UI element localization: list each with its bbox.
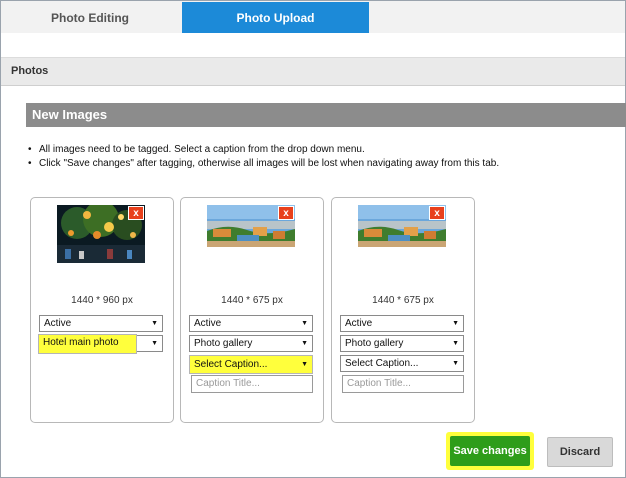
status-select[interactable]: Active ▼ [189,315,313,332]
save-button-highlight: Save changes [446,432,534,470]
category-value: Photo gallery [194,338,253,349]
chevron-down-icon: ▼ [452,320,459,327]
chevron-down-icon: ▼ [151,340,158,347]
panel-title: New Images [32,107,108,122]
chevron-down-icon: ▼ [452,360,459,367]
close-icon: x [434,207,440,219]
caption-title-placeholder: Caption Title... [347,378,411,389]
new-images-header: New Images [26,103,626,127]
image-dimensions: 1440 * 675 px [372,295,434,306]
photos-section-bar: Photos [1,57,625,86]
instruction-item: All images need to be tagged. Select a c… [26,143,626,157]
instruction-item: Click "Save changes" after tagging, othe… [26,157,626,171]
tab-photo-editing[interactable]: Photo Editing [1,2,179,33]
category-value: Hotel main photo [43,337,119,348]
save-changes-button[interactable]: Save changes [450,436,530,466]
image-dimensions: 1440 * 675 px [221,295,283,306]
caption-title-input[interactable]: Caption Title... [191,375,313,393]
discard-button[interactable]: Discard [547,437,613,467]
chevron-down-icon: ▼ [452,340,459,347]
remove-image-button[interactable]: x [429,206,445,220]
chevron-down-icon: ▼ [301,361,308,368]
image-dimensions: 1440 * 960 px [71,295,133,306]
chevron-down-icon: ▼ [301,340,308,347]
status-value: Active [194,318,222,329]
close-icon: x [283,207,289,219]
category-highlight: Hotel main photo [38,334,137,354]
tab-photo-upload[interactable]: Photo Upload [182,2,369,33]
image-card: x 1440 * 675 px Active ▼ Photo gallery ▼… [180,197,324,423]
close-icon: x [133,207,139,219]
chevron-down-icon: ▼ [301,320,308,327]
caption-value: Select Caption... [345,358,419,369]
chevron-down-icon: ▼ [151,320,158,327]
instructions-list: All images need to be tagged. Select a c… [26,143,626,171]
tab-bar: Photo Editing Photo Upload [1,1,625,33]
image-card: x 1440 * 960 px Active ▼ ▼ Hotel main ph… [30,197,174,423]
category-select[interactable]: Photo gallery ▼ [340,335,464,352]
category-select[interactable]: Photo gallery ▼ [189,335,313,352]
caption-title-input[interactable]: Caption Title... [342,375,464,393]
status-select[interactable]: Active ▼ [39,315,163,332]
image-card: x 1440 * 675 px Active ▼ Photo gallery ▼… [331,197,475,423]
caption-title-placeholder: Caption Title... [196,378,260,389]
caption-value: Select Caption... [194,359,268,370]
caption-select[interactable]: Select Caption... ▼ [340,355,464,372]
remove-image-button[interactable]: x [128,206,144,220]
caption-select[interactable]: Select Caption... ▼ [189,355,313,374]
status-select[interactable]: Active ▼ [340,315,464,332]
remove-image-button[interactable]: x [278,206,294,220]
status-value: Active [44,318,72,329]
status-value: Active [345,318,373,329]
category-value: Photo gallery [345,338,404,349]
section-title: Photos [11,65,49,77]
